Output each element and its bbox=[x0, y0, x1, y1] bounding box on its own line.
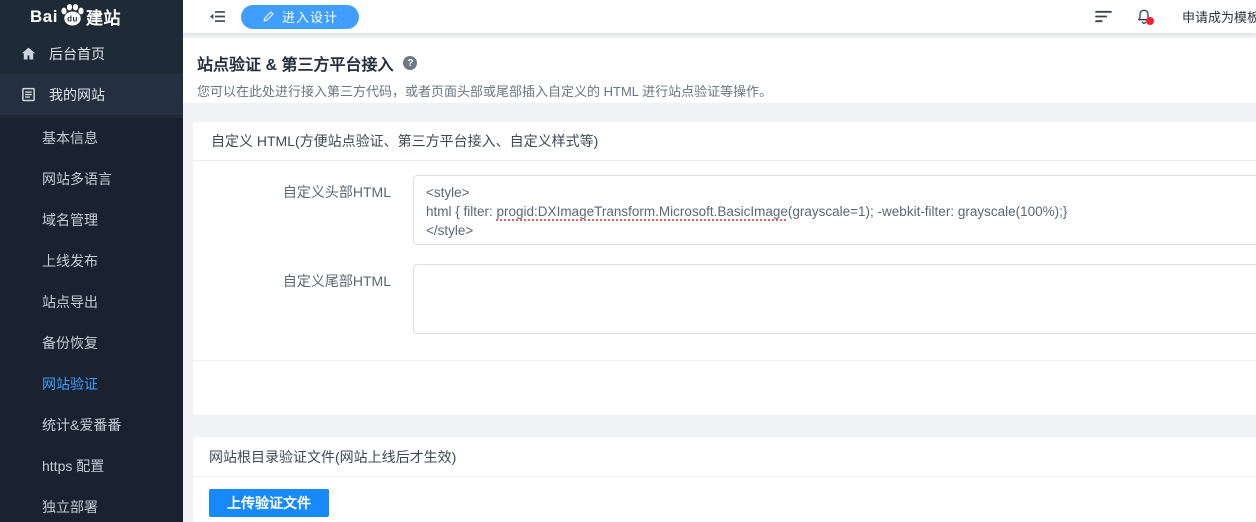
sidebar: Bai du 建站 后台首页 我 bbox=[0, 0, 183, 522]
sidebar-item-stats-aifanfan[interactable]: 统计&爱番番 bbox=[0, 405, 183, 446]
custom-tail-html-label: 自定义尾部HTML bbox=[193, 273, 391, 289]
logo-text-left: Bai bbox=[30, 7, 58, 27]
custom-html-card: 自定义 HTML(方便站点验证、第三方平台接入、自定义样式等) 自定义头部HTM… bbox=[193, 122, 1256, 415]
apply-as-template-link[interactable]: 申请成为模板 bbox=[1182, 7, 1256, 26]
baidu-paw-icon: du bbox=[59, 3, 85, 27]
custom-head-html-label: 自定义头部HTML bbox=[193, 184, 391, 200]
verify-file-card: 网站根目录验证文件(网站上线后才生效) 上传验证文件 bbox=[193, 437, 1256, 522]
sidebar-item-backup-restore[interactable]: 备份恢复 bbox=[0, 323, 183, 364]
help-icon[interactable] bbox=[403, 56, 417, 70]
sidebar-item-domain-manage[interactable]: 域名管理 bbox=[0, 200, 183, 241]
sidebar-item-standalone-deploy[interactable]: 独立部署 bbox=[0, 487, 183, 522]
page-title: 站点验证 & 第三方平台接入 bbox=[197, 51, 393, 75]
home-icon bbox=[21, 46, 36, 61]
my-website-submenu: 基本信息 网站多语言 域名管理 上线发布 站点导出 备份恢复 网站验证 统计&爱… bbox=[0, 118, 183, 522]
custom-html-card-header: 自定义 HTML(方便站点验证、第三方平台接入、自定义样式等) bbox=[193, 122, 1256, 161]
topbar: 进入设计 申请成为模板 bbox=[183, 0, 1256, 33]
head-html-line2-underlined: progid:DXImageTransform.Microsoft.BasicI… bbox=[497, 204, 788, 219]
filter-lines-icon[interactable] bbox=[1095, 10, 1112, 23]
head-html-line2-post: (grayscale=1); -webkit-filter: grayscale… bbox=[788, 204, 1067, 219]
sidebar-item-multilanguage[interactable]: 网站多语言 bbox=[0, 159, 183, 200]
notification-bell-icon[interactable] bbox=[1136, 8, 1152, 25]
logo-text-right: 建站 bbox=[86, 4, 121, 29]
custom-head-html-input[interactable]: <style> html { filter: progid:DXImageTran… bbox=[413, 175, 1256, 245]
custom-tail-html-input[interactable] bbox=[413, 264, 1256, 334]
website-icon bbox=[21, 87, 36, 102]
sidebar-item-label: 我的网站 bbox=[49, 85, 105, 105]
sidebar-item-publish[interactable]: 上线发布 bbox=[0, 241, 183, 282]
menu-fold-icon[interactable] bbox=[210, 10, 225, 23]
page-head: 站点验证 & 第三方平台接入 您可以在此处进行接入第三方代码，或者页面头部或尾部… bbox=[183, 38, 1256, 103]
sidebar-item-site-export[interactable]: 站点导出 bbox=[0, 282, 183, 323]
page-subtitle: 您可以在此处进行接入第三方代码，或者页面头部或尾部插入自定义的 HTML 进行站… bbox=[197, 81, 1256, 100]
baidu-jianzhan-logo[interactable]: Bai du 建站 bbox=[0, 0, 183, 33]
sidebar-item-site-verify[interactable]: 网站验证 bbox=[0, 364, 183, 405]
head-html-line1: <style> bbox=[426, 185, 470, 200]
card-divider bbox=[193, 360, 1256, 361]
head-html-line2-pre: html { filter: bbox=[426, 204, 497, 219]
sidebar-item-my-website[interactable]: 我的网站 bbox=[0, 74, 183, 115]
sidebar-item-basic-info[interactable]: 基本信息 bbox=[0, 118, 183, 159]
svg-text:du: du bbox=[67, 14, 78, 23]
sidebar-item-home[interactable]: 后台首页 bbox=[0, 33, 183, 74]
verify-file-card-header: 网站根目录验证文件(网站上线后才生效) bbox=[193, 437, 1256, 477]
enter-design-label: 进入设计 bbox=[282, 7, 338, 26]
notification-badge-dot bbox=[1146, 17, 1154, 25]
upload-verify-file-button[interactable]: 上传验证文件 bbox=[209, 489, 329, 517]
pencil-icon bbox=[262, 10, 275, 23]
sidebar-item-https-config[interactable]: https 配置 bbox=[0, 446, 183, 487]
head-html-line3: </style> bbox=[426, 223, 473, 238]
sidebar-item-label: 后台首页 bbox=[49, 44, 105, 64]
enter-design-button[interactable]: 进入设计 bbox=[241, 5, 359, 29]
